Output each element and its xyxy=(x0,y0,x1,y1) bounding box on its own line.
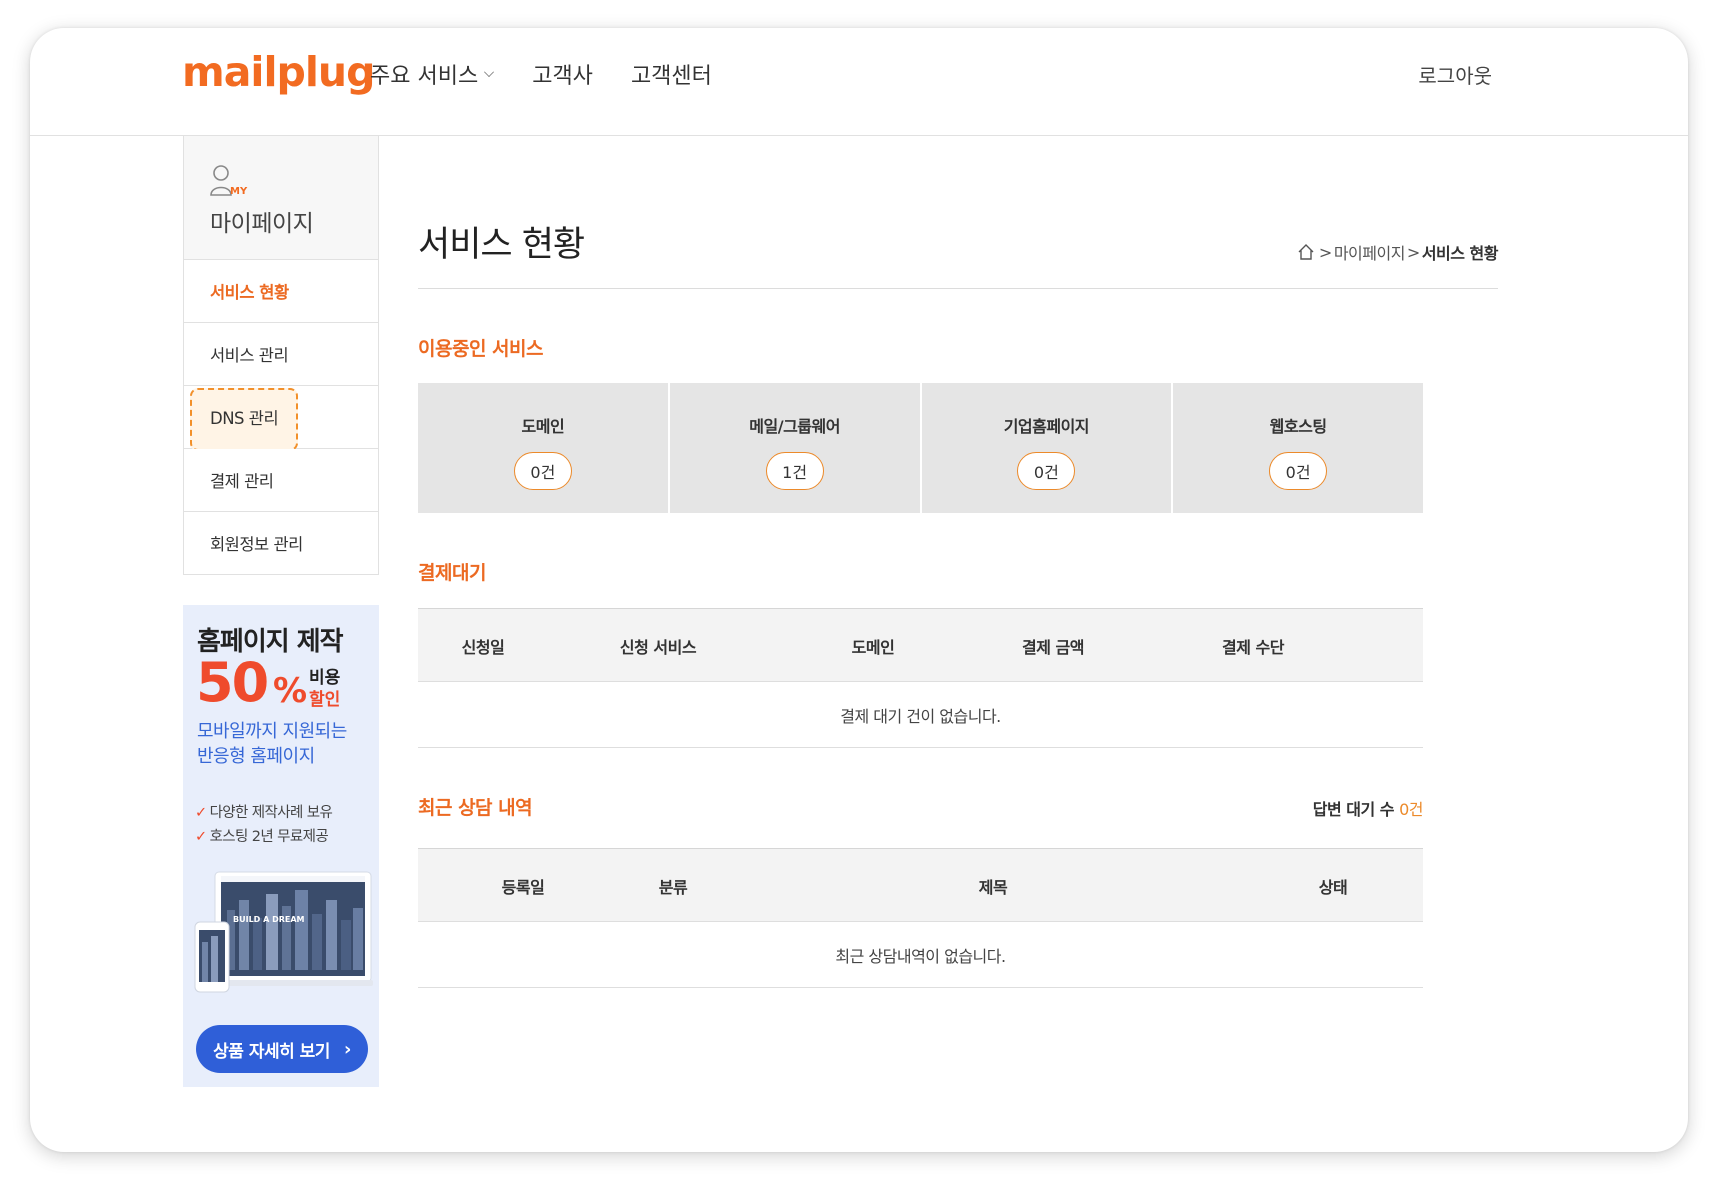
column-header: 상태 xyxy=(1318,878,1348,897)
chevron-right-icon: › xyxy=(343,1038,351,1060)
service-card-label: 메일/그룹웨어 xyxy=(749,417,840,436)
sidebar-item-label: DNS 관리 xyxy=(210,409,279,428)
breadcrumb-parent[interactable]: 마이페이지 xyxy=(1334,240,1406,264)
breadcrumb-separator: > xyxy=(1406,242,1420,262)
pending-answers-label: 답변 대기 수 xyxy=(1312,800,1395,819)
my-badge: MY xyxy=(230,186,248,197)
mypage-header: MY 마이페이지 xyxy=(183,136,379,260)
nav-support-center[interactable]: 고객센터 xyxy=(631,58,712,90)
service-card-label: 기업홈페이지 xyxy=(1003,417,1090,436)
check-icon: ✓ xyxy=(195,829,207,845)
sidebar-item-dns-manage[interactable]: DNS 관리 xyxy=(183,386,379,451)
in-use-services-title: 이용중인 서비스 xyxy=(418,338,543,360)
table-header: 신청일 신청 서비스 도메인 결제 금액 결제 수단 xyxy=(418,608,1423,682)
nav-clients[interactable]: 고객사 xyxy=(532,58,593,90)
service-count-badge[interactable]: 0건 xyxy=(1269,452,1328,490)
banner-subtitle: 모바일까지 지원되는 반응형 홈페이지 xyxy=(197,719,377,769)
service-card-label: 도메인 xyxy=(521,417,565,436)
logout-link[interactable]: 로그아웃 xyxy=(1418,60,1492,89)
user-icon: MY xyxy=(210,165,248,197)
service-count-badge[interactable]: 1건 xyxy=(765,452,824,490)
nav-support-center-label: 고객센터 xyxy=(630,64,712,89)
service-card-mail-groupware: 메일/그룹웨어 1건 xyxy=(669,383,920,513)
home-icon[interactable] xyxy=(1297,243,1315,261)
banner-check-label: 호스팅 2년 무료제공 xyxy=(209,829,329,845)
recent-consult-table: 등록일 분류 제목 상태 최근 상담내역이 없습니다. xyxy=(418,848,1423,988)
mailplug-logo[interactable]: mailplug xyxy=(182,48,375,96)
empty-message: 최근 상담내역이 없습니다. xyxy=(418,922,1423,988)
sidebar-item-label: 서비스 현황 xyxy=(210,283,289,302)
sidebar-item-payment-manage[interactable]: 결제 관리 xyxy=(183,449,379,512)
banner-subtitle-line1: 모바일까지 지원되는 xyxy=(197,721,347,742)
mockup-headline: BUILD A DREAM xyxy=(233,915,305,924)
column-header: 신청일 xyxy=(461,638,505,657)
sidebar-item-label: 회원정보 관리 xyxy=(210,535,303,554)
column-header: 등록일 xyxy=(501,878,545,897)
banner-percent: % xyxy=(273,671,308,711)
empty-message: 결제 대기 건이 없습니다. xyxy=(418,682,1423,748)
service-card-label: 웹호스팅 xyxy=(1269,417,1327,436)
app-window: mailplug 주요 서비스 고객사 고객센터 로그아웃 MY 마이페이지 서… xyxy=(30,28,1688,1152)
product-detail-button-label: 상품 자세히 보기 xyxy=(213,1041,330,1062)
nav-main-services[interactable]: 주요 서비스 xyxy=(370,58,495,90)
breadcrumb-current: 서비스 현황 xyxy=(1421,244,1499,263)
sidebar-item-service-manage[interactable]: 서비스 관리 xyxy=(183,323,379,386)
banner-check-label: 다양한 제작사례 보유 xyxy=(209,805,333,821)
banner-sale-label: 할인 xyxy=(309,690,341,710)
sidebar-item-label: 결제 관리 xyxy=(210,472,274,491)
service-card-corp-homepage: 기업홈페이지 0건 xyxy=(921,383,1172,513)
banner-subtitle-line2: 반응형 홈페이지 xyxy=(197,746,315,767)
payment-pending-title: 결제대기 xyxy=(418,562,486,584)
pending-answers-count: 0건 xyxy=(1399,800,1423,819)
service-card-web-hosting: 웹호스팅 0건 xyxy=(1173,383,1423,513)
sidebar-item-service-status[interactable]: 서비스 현황 xyxy=(183,260,379,323)
page-title: 서비스 현황 xyxy=(418,225,585,265)
check-icon: ✓ xyxy=(195,805,207,821)
service-count-badge[interactable]: 0건 xyxy=(1017,452,1076,490)
column-header: 신청 서비스 xyxy=(619,638,697,657)
title-divider xyxy=(418,288,1498,289)
chevron-down-icon xyxy=(484,67,495,77)
main-nav: 주요 서비스 고객사 고객센터 xyxy=(370,58,712,90)
banner-discount: 50 xyxy=(196,651,269,714)
top-header: mailplug 주요 서비스 고객사 고객센터 로그아웃 xyxy=(30,28,1688,136)
pending-answers: 답변 대기 수 0건 xyxy=(1312,796,1424,820)
payment-pending-table: 신청일 신청 서비스 도메인 결제 금액 결제 수단 결제 대기 건이 없습니다… xyxy=(418,608,1423,748)
column-header: 결제 금액 xyxy=(1022,638,1084,657)
column-header: 분류 xyxy=(658,878,688,897)
service-count-badge[interactable]: 0건 xyxy=(513,452,572,490)
nav-main-services-label: 주요 서비스 xyxy=(370,64,479,89)
service-cards: 도메인 0건 메일/그룹웨어 1건 기업홈페이지 0건 웹호스팅 0건 xyxy=(418,383,1423,513)
column-header: 결제 수단 xyxy=(1222,638,1284,657)
table-header: 등록일 분류 제목 상태 xyxy=(418,848,1423,922)
sidebar-item-member-info[interactable]: 회원정보 관리 xyxy=(183,512,379,575)
mypage-title: 마이페이지 xyxy=(210,211,314,237)
service-card-domain: 도메인 0건 xyxy=(418,383,668,513)
promo-banner[interactable]: 홈페이지 제작 50 % 비용 할인 모바일까지 지원되는 반응형 홈페이지 ✓… xyxy=(183,605,379,1087)
banner-check-item: ✓ 호스팅 2년 무료제공 xyxy=(195,825,329,846)
column-header: 도메인 xyxy=(851,638,895,657)
sidebar: MY 마이페이지 서비스 현황 서비스 관리 DNS 관리 결제 관리 회원정보… xyxy=(183,136,379,575)
breadcrumb: > 마이페이지 > 서비스 현황 xyxy=(1297,240,1499,264)
column-header: 제목 xyxy=(978,878,1008,897)
nav-clients-label: 고객사 xyxy=(532,64,593,89)
banner-check-item: ✓ 다양한 제작사례 보유 xyxy=(195,801,333,822)
sidebar-item-label: 서비스 관리 xyxy=(210,346,289,365)
recent-consult-title: 최근 상담 내역 xyxy=(418,797,533,819)
website-mockup-image: BUILD A DREAM xyxy=(194,871,373,993)
product-detail-button[interactable]: 상품 자세히 보기 › xyxy=(196,1025,368,1073)
breadcrumb-separator: > xyxy=(1318,242,1332,262)
